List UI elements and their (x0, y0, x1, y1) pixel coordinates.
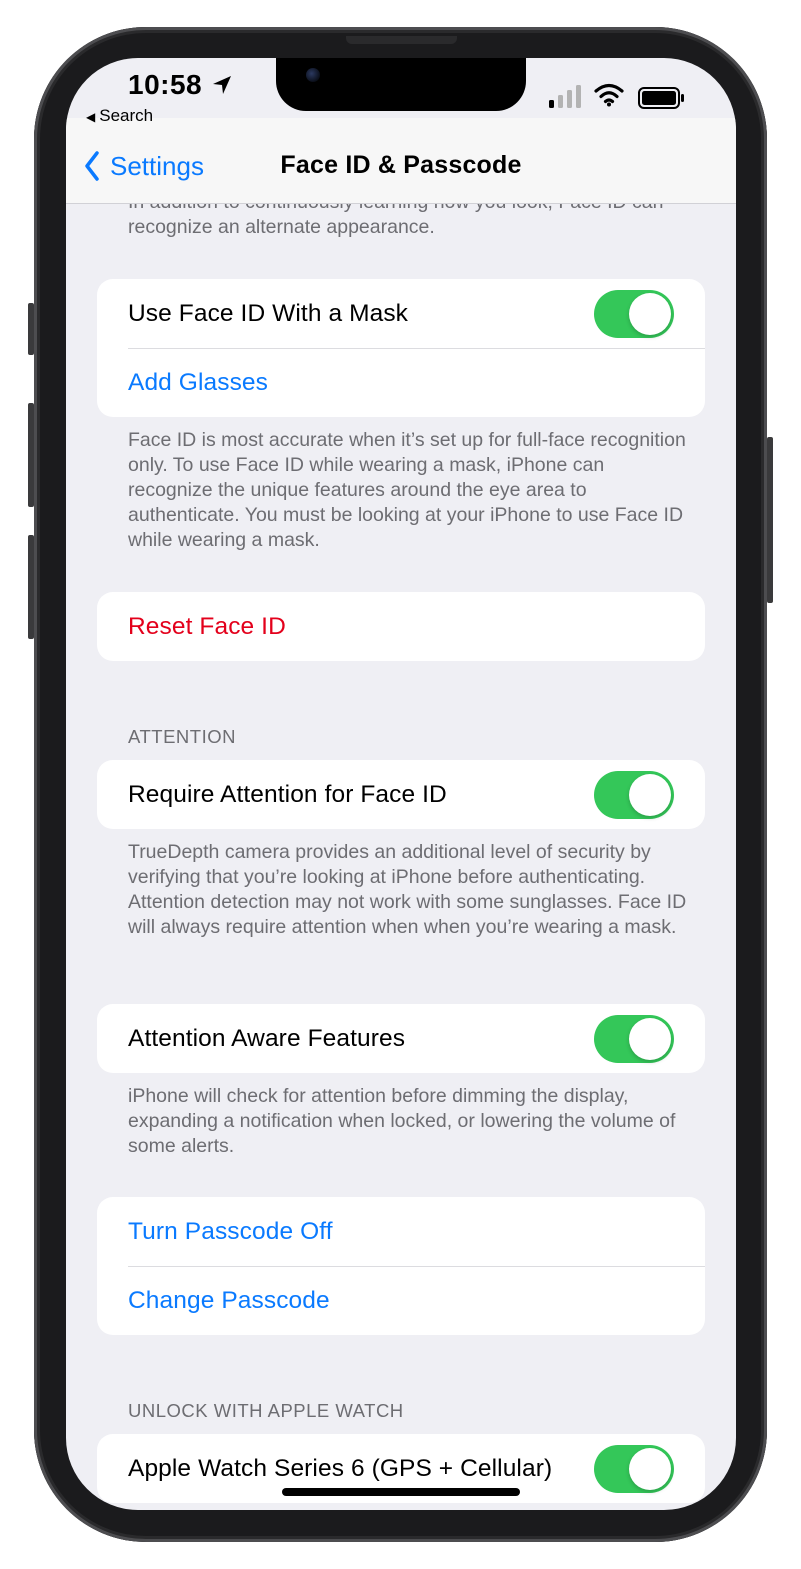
front-camera-icon (306, 68, 320, 82)
cellular-signal-icon (549, 85, 581, 108)
attention-aware-row: Attention Aware Features (97, 1004, 705, 1073)
volume-down-button (28, 535, 34, 639)
attention-section-header: ATTENTION (128, 726, 236, 747)
mask-group: Use Face ID With a Mask Add Glasses (97, 279, 705, 417)
battery-icon (638, 87, 684, 109)
attention-aware-label: Attention Aware Features (128, 1024, 406, 1052)
apple-watch-label: Apple Watch Series 6 (GPS + Cellular) (128, 1454, 553, 1482)
mask-footer-text: Face ID is most accurate when it’s set u… (128, 429, 686, 551)
apple-watch-section-header: UNLOCK WITH APPLE WATCH (128, 1400, 404, 1421)
attention-group: Require Attention for Face ID (97, 760, 705, 829)
aware-footer-text: iPhone will check for attention before d… (128, 1085, 676, 1157)
attention-aware-toggle[interactable] (594, 1015, 674, 1063)
attention-footer-text: TrueDepth camera provides an additional … (128, 841, 687, 938)
home-indicator[interactable] (282, 1488, 520, 1496)
wifi-icon (594, 83, 624, 107)
turn-passcode-off-row[interactable]: Turn Passcode Off (97, 1197, 705, 1266)
volume-up-button (28, 403, 34, 507)
notch (276, 58, 526, 111)
side-power-button (767, 437, 773, 603)
toggle-knob (629, 774, 671, 816)
turn-passcode-off-button[interactable]: Turn Passcode Off (128, 1218, 333, 1246)
aware-group: Attention Aware Features (97, 1004, 705, 1073)
silent-switch (28, 303, 34, 355)
use-face-id-with-mask-row: Use Face ID With a Mask (97, 279, 705, 348)
require-attention-toggle[interactable] (594, 771, 674, 819)
reset-group: Reset Face ID (97, 592, 705, 661)
change-passcode-row[interactable]: Change Passcode (97, 1266, 705, 1335)
page-title: Face ID & Passcode (280, 151, 522, 179)
toggle-knob (629, 1448, 671, 1490)
reset-face-id-button[interactable]: Reset Face ID (128, 613, 286, 641)
back-to-search-label: Search (99, 106, 154, 125)
toggle-knob (629, 293, 671, 335)
change-passcode-button[interactable]: Change Passcode (128, 1287, 330, 1315)
location-arrow-icon (213, 76, 231, 94)
reset-face-id-row[interactable]: Reset Face ID (97, 592, 705, 661)
add-glasses-link[interactable]: Add Glasses (128, 369, 268, 397)
toggle-knob (629, 1018, 671, 1060)
phone-screen: In addition to continuously learning how… (66, 58, 736, 1510)
apple-watch-toggle[interactable] (594, 1445, 674, 1493)
add-glasses-row[interactable]: Add Glasses (97, 348, 705, 417)
require-attention-label: Require Attention for Face ID (128, 780, 447, 808)
use-face-id-with-mask-label: Use Face ID With a Mask (128, 299, 409, 327)
require-attention-row: Require Attention for Face ID (97, 760, 705, 829)
back-to-search-button[interactable]: ◀ Search (86, 106, 153, 126)
use-face-id-with-mask-toggle[interactable] (594, 290, 674, 338)
status-time: 10:58 (128, 69, 203, 100)
earpiece-speaker (346, 36, 457, 44)
back-triangle-icon: ◀ (86, 110, 96, 124)
passcode-group: Turn Passcode Off Change Passcode (97, 1197, 705, 1335)
